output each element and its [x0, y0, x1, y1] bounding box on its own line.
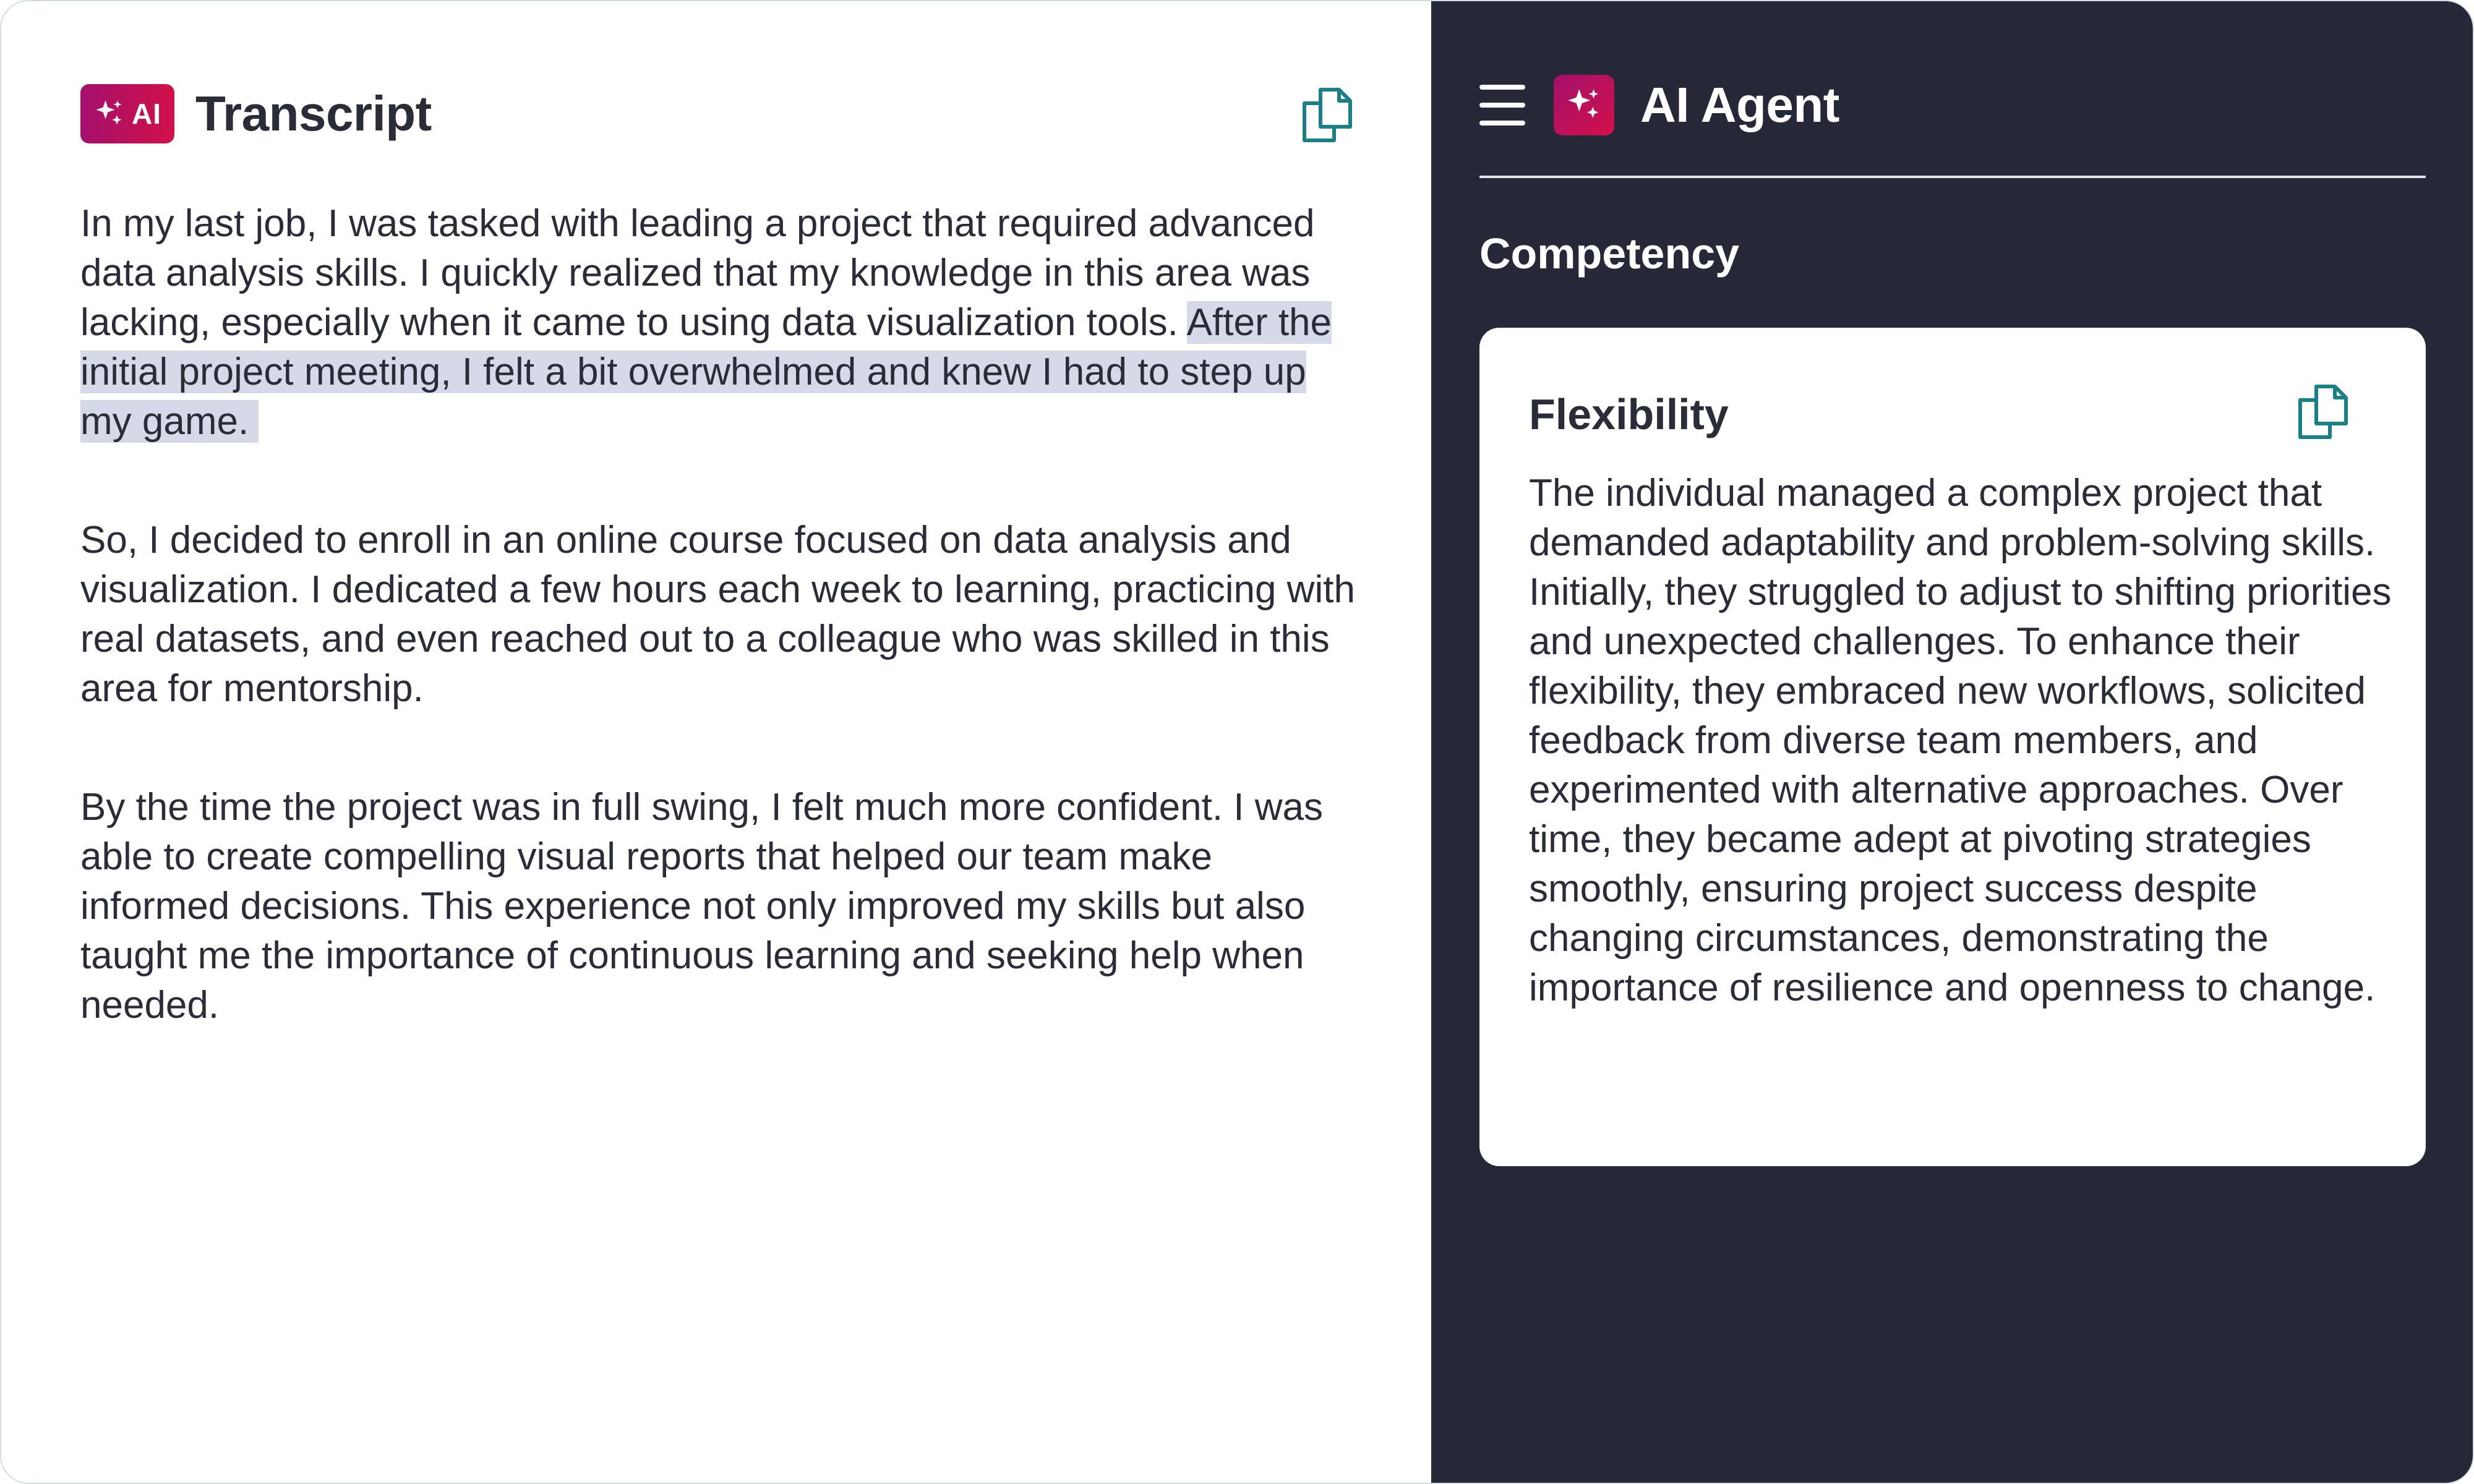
transcript-paragraph-2: So, I decided to enroll in an online cou…: [80, 519, 1355, 710]
copy-icon: [2298, 385, 2348, 439]
transcript-panel: AI Transcript In my last job, I was task…: [1, 1, 1431, 1483]
ai-badge-label: AI: [132, 98, 161, 130]
hamburger-menu-icon[interactable]: [1479, 85, 1525, 126]
menu-line: [1479, 85, 1525, 90]
ai-agent-logo: [1554, 75, 1614, 135]
competency-title: Flexibility: [1529, 390, 1729, 438]
transcript-paragraph-1: In my last job, I was tasked with leadin…: [80, 199, 1367, 446]
ai-agent-title: AI Agent: [1640, 77, 1839, 132]
sparkles-icon: [96, 100, 122, 125]
app-window: AI Transcript In my last job, I was task…: [0, 0, 2474, 1484]
transcript-header: AI Transcript: [80, 84, 432, 143]
copy-transcript-button[interactable]: [1296, 84, 1358, 146]
transcript-text-span: In my last job, I was tasked with leadin…: [80, 202, 1315, 344]
ai-agent-panel: AI Agent Competency Flexibility The indi…: [1431, 1, 2473, 1483]
sparkles-icon: [1568, 89, 1599, 118]
transcript-text: In my last job, I was tasked with leadin…: [80, 199, 1367, 1099]
copy-icon: [1303, 88, 1352, 142]
transcript-title: Transcript: [195, 86, 432, 141]
ai-badge: AI: [80, 84, 174, 143]
header-divider: [1479, 176, 2426, 178]
competency-heading: Competency: [1479, 229, 1740, 278]
competency-card: Flexibility The individual managed a com…: [1479, 328, 2426, 1166]
ai-agent-header: AI Agent: [1479, 73, 1839, 137]
transcript-paragraph-3: By the time the project was in full swin…: [80, 786, 1323, 1026]
menu-line: [1479, 103, 1525, 108]
copy-competency-button[interactable]: [2292, 381, 2354, 443]
competency-description: The individual managed a complex project…: [1529, 472, 2392, 1009]
menu-line: [1479, 121, 1525, 126]
